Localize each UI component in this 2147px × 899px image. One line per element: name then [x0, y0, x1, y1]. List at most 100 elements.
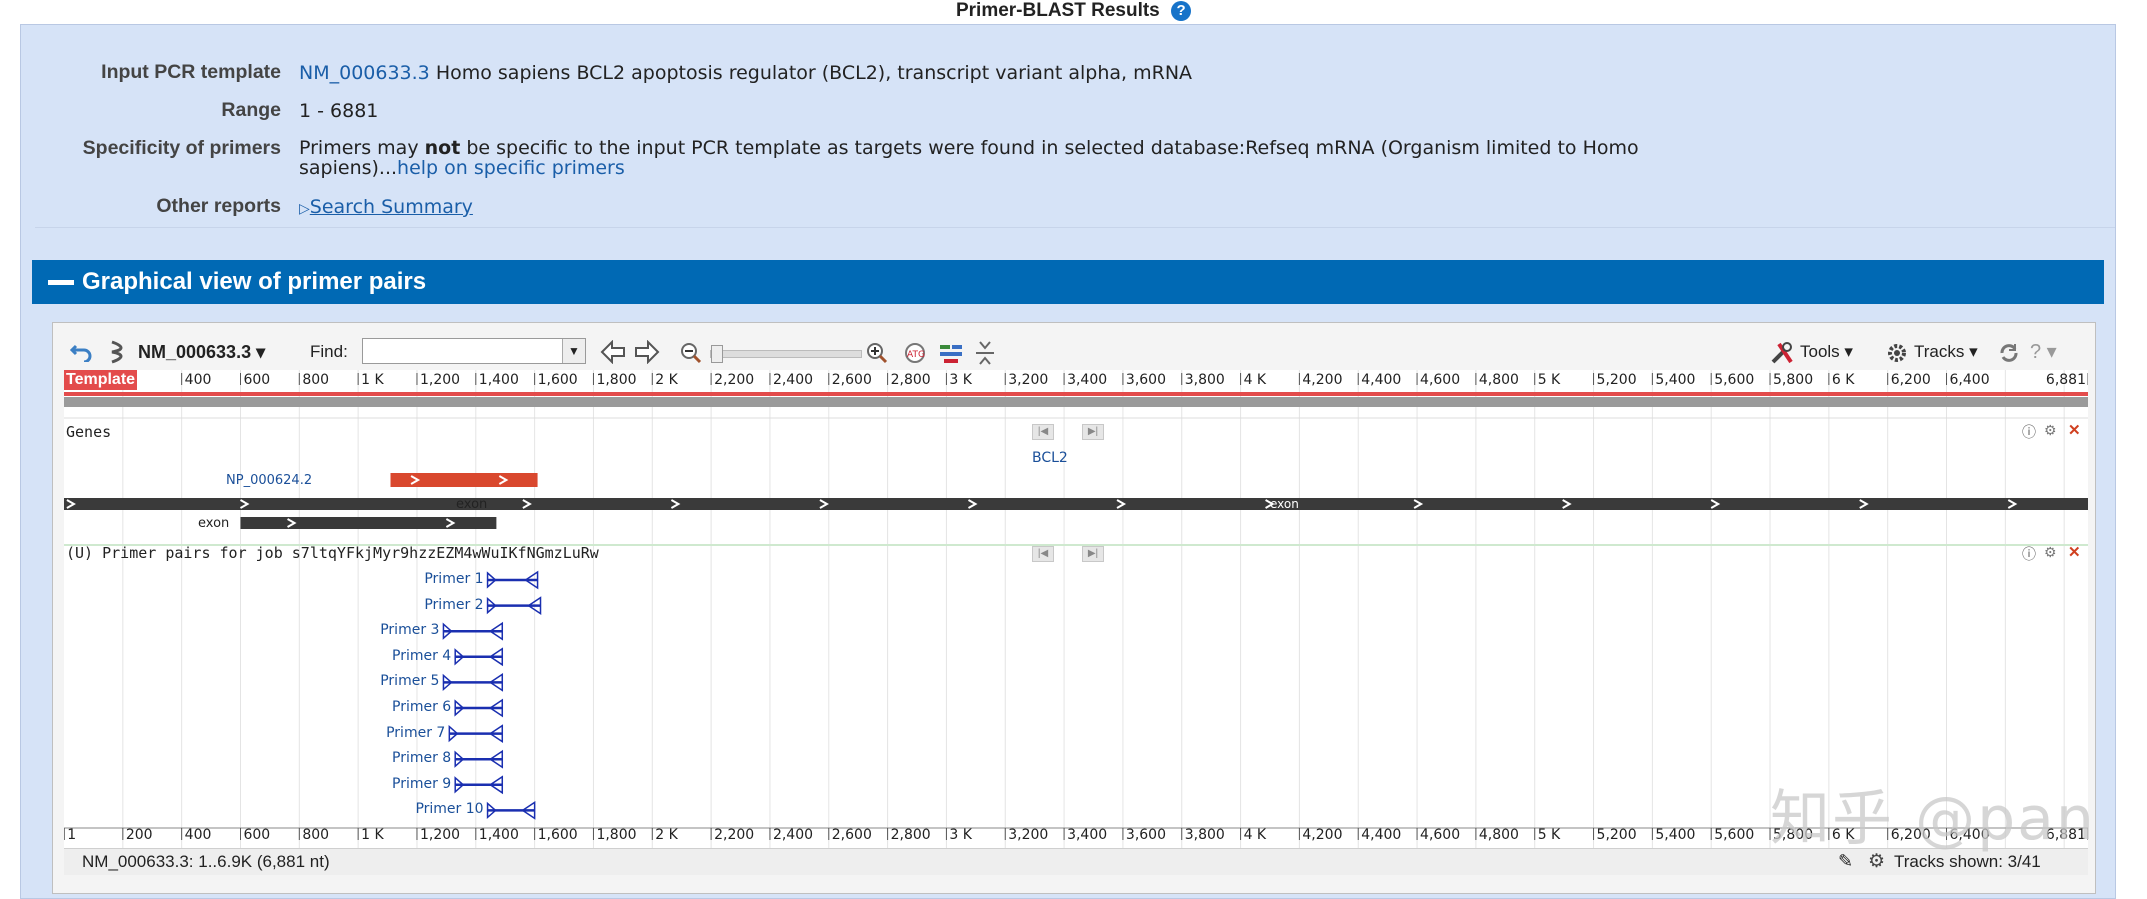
find-input[interactable]: ▼: [362, 338, 586, 364]
search-summary-link[interactable]: Search Summary: [310, 196, 473, 218]
tools-label: Tools: [1800, 342, 1840, 361]
top-tick-label: 2 K: [655, 372, 678, 388]
top-tick-label: 1,400: [478, 372, 519, 388]
input-accession-link[interactable]: NM_000633.3: [299, 62, 430, 84]
zoom-slider-handle[interactable]: [711, 345, 723, 363]
close-icon[interactable]: ✕: [2068, 421, 2081, 439]
page-title-text: Primer-BLAST Results: [955, 0, 1160, 21]
tools-menu[interactable]: Tools ▾: [1800, 332, 1853, 372]
svg-text:ATG: ATG: [907, 350, 925, 360]
other-reports-label: Other reports: [156, 195, 281, 217]
tracks-label: Tracks: [1914, 342, 1965, 361]
primer-label[interactable]: Primer 9: [392, 776, 451, 792]
help-menu[interactable]: ? ▾: [2030, 332, 2057, 372]
top-tick-label: 4,800: [1478, 372, 1519, 388]
sequence-icon: [111, 340, 123, 364]
top-tick-label: 4 K: [1243, 372, 1267, 388]
other-reports-value: ▷Search Summary: [299, 196, 473, 218]
specificity-text-3: sapiens)...: [299, 157, 398, 179]
top-tick-label: 4,200: [1302, 372, 1343, 388]
help-specific-primers-link[interactable]: help on specific primers: [397, 157, 625, 179]
bottom-tick-label: 1,200: [419, 827, 461, 843]
exon-label-2: exon: [1270, 497, 1299, 511]
primer-label[interactable]: Primer 3: [380, 622, 439, 638]
primer-close-icon[interactable]: ✕: [2068, 543, 2081, 561]
bottom-tick-label: 5 K: [1537, 827, 1561, 843]
primer-track-next-button[interactable]: ▶|: [1082, 546, 1104, 562]
help-icon[interactable]: ?: [1171, 1, 1192, 21]
top-tick-label: 5,800: [1773, 372, 1814, 388]
template-gray-bar: [64, 397, 2088, 407]
zoom-out-icon[interactable]: [680, 342, 702, 364]
expand-collapse-icon[interactable]: [974, 340, 996, 366]
primer-label[interactable]: Primer 1: [424, 571, 483, 587]
sequence-status: NM_000633.3: 1..6.9K (6,881 nt): [82, 852, 330, 871]
bottom-tick-label: 800: [302, 827, 330, 843]
bottom-tick-label: 2,800: [890, 827, 931, 843]
sequence-selector[interactable]: NM_000633.3 ▾: [138, 332, 265, 372]
primer-track-title: (U) Primer pairs for job s7ltqYFkjMyr9hz…: [66, 544, 599, 562]
bottom-tick-label: 5,200: [1596, 827, 1637, 843]
sequence-view-icon[interactable]: ATG: [902, 342, 928, 364]
top-tick-label: 1 K: [361, 372, 384, 388]
top-tick-label: 2,800: [890, 372, 931, 388]
bottom-tick-label: 4,400: [1361, 827, 1402, 843]
primer-label[interactable]: Primer 10: [415, 801, 483, 817]
watermark: 知乎 @pan: [1770, 784, 2096, 854]
collapse-icon[interactable]: [48, 280, 74, 285]
primer-label[interactable]: Primer 5: [380, 673, 439, 689]
top-tick-label: 3,400: [1067, 372, 1108, 388]
primer-label[interactable]: Primer 6: [392, 699, 451, 715]
page-title: Primer-BLAST Results ?: [0, 0, 2147, 22]
top-tick-label: 400: [184, 372, 212, 388]
find-label: Find:: [310, 342, 348, 361]
top-tick-label: 3,600: [1125, 372, 1166, 388]
track-settings-icon[interactable]: ⚙: [2044, 422, 2057, 439]
bottom-tick-label: 3,200: [1008, 827, 1049, 843]
top-tick-label: 6 K: [1831, 372, 1855, 388]
bottom-tick-label: 4,600: [1420, 827, 1461, 843]
tracks-menu[interactable]: Tracks ▾: [1914, 332, 1978, 372]
primer-track-prev-button[interactable]: |◀: [1032, 546, 1054, 562]
zoom-in-icon[interactable]: [866, 342, 888, 364]
info-icon[interactable]: ⓘ: [2022, 422, 2036, 442]
find-dropdown-icon[interactable]: ▼: [562, 339, 585, 363]
primer-label[interactable]: Primer 2: [424, 597, 483, 613]
undo-icon[interactable]: [70, 342, 92, 362]
zoom-slider[interactable]: [710, 345, 862, 363]
tools-icon: [1771, 342, 1793, 364]
sequence-name: NM_000633.3: [138, 342, 252, 362]
primer-info-icon[interactable]: ⓘ: [2022, 544, 2036, 564]
top-tick-label: 5,600: [1714, 372, 1755, 388]
arrow-right-icon[interactable]: [634, 340, 660, 364]
primer-label[interactable]: Primer 7: [386, 725, 445, 741]
primer-track-settings-icon[interactable]: ⚙: [2044, 544, 2057, 561]
bottom-tick-label: 3,800: [1184, 827, 1225, 843]
section-header[interactable]: Graphical view of primer pairs: [32, 260, 2104, 304]
top-tick-label: 3,800: [1184, 372, 1225, 388]
track-next-button[interactable]: ▶|: [1082, 424, 1104, 440]
section-title: Graphical view of primer pairs: [82, 268, 427, 295]
exon-bar-1: [64, 498, 509, 510]
primer-label[interactable]: Primer 8: [392, 750, 451, 766]
top-tick-label: 2,400: [772, 372, 814, 388]
input-template-value: NM_000633.3 Homo sapiens BCL2 apoptosis …: [299, 62, 1192, 84]
track-prev-button[interactable]: |◀: [1032, 424, 1054, 440]
bottom-tick-label: 1: [67, 827, 77, 843]
bottom-tick-label: 5,600: [1714, 827, 1755, 843]
primer-label[interactable]: Primer 4: [392, 648, 451, 664]
gene-label-bcl2[interactable]: BCL2: [1032, 450, 1068, 466]
protein-label[interactable]: NP_000624.2: [226, 473, 312, 488]
template-red-line: [64, 392, 2088, 396]
top-tick-label: 600: [243, 372, 271, 388]
top-tick-label: 1,800: [596, 372, 637, 388]
bottom-tick-label: 4 K: [1243, 827, 1267, 843]
bottom-tick-label: 200: [125, 827, 153, 843]
bottom-tick-label: 2 K: [655, 827, 678, 843]
bottom-tick-label: 1,600: [537, 827, 578, 843]
refresh-icon[interactable]: [1998, 342, 2020, 364]
bottom-tick-label: 3,600: [1125, 827, 1166, 843]
track-layout-icon[interactable]: [938, 342, 964, 364]
arrow-left-icon[interactable]: [600, 340, 626, 364]
bottom-tick-label: 600: [243, 827, 271, 843]
